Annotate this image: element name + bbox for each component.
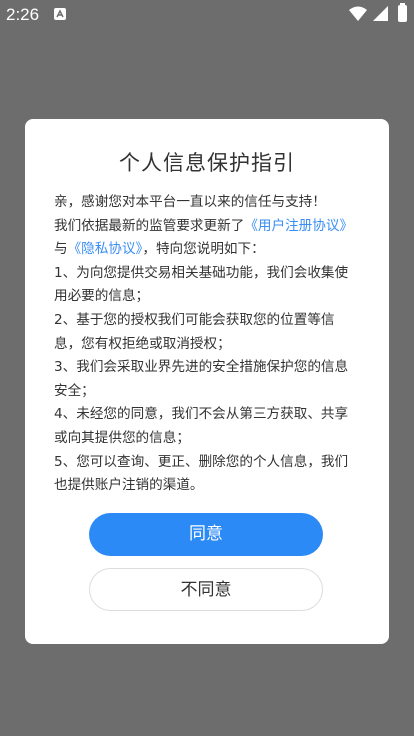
intro-text: 亲，感谢您对本平台一直以来的信任与支持！: [54, 194, 326, 210]
privacy-line-suffix: ，特向您说明如下：: [142, 241, 265, 258]
agreement-line: 我们依据最新的监管要求更新了《用户注册协议》: [54, 215, 360, 239]
privacy-line-prefix: 与: [54, 241, 68, 258]
user-agreement-link[interactable]: 《用户注册协议》: [244, 218, 353, 234]
app-notification-icon: [54, 8, 66, 20]
cell-signal-icon: [373, 6, 388, 26]
agreement-line-prefix: 我们依据最新的监管要求更新了: [54, 217, 245, 234]
policy-item-3: 3、我们会采取业界先进的安全措施保护您的信息安全；: [54, 359, 349, 399]
status-bar: 2:26: [0, 0, 414, 28]
wifi-icon: [349, 6, 367, 26]
policy-item-1: 1、为向您提供交易相关基础功能，我们会收集使用必要的信息；: [54, 264, 349, 305]
privacy-agreement-link[interactable]: 《隐私协议》: [68, 241, 143, 257]
status-time: 2:26: [6, 5, 40, 24]
dialog-title: 个人信息保护指引: [119, 151, 295, 175]
dialog-content: 亲，感谢您对本平台一直以来的信任与支持！ 我们依据最新的监管要求更新了《用户注册…: [54, 191, 360, 498]
battery-charging-icon: [398, 3, 407, 22]
policy-item-5: 5、您可以查询、更正、删除您的个人信息，我们也提供账户注销的渠道。: [54, 453, 349, 494]
agree-button[interactable]: 同意: [89, 513, 323, 556]
policy-item-4: 4、未经您的同意，我们不会从第三方获取、共享或向其提供您的信息；: [54, 406, 349, 446]
privacy-dialog: 个人信息保护指引 亲，感谢您对本平台一直以来的信任与支持！ 我们依据最新的监管要…: [25, 119, 389, 644]
policy-item-2: 2、基于您的授权我们可能会获取您的位置等信息，您有权拒绝或取消授权；: [54, 311, 335, 352]
privacy-line: 与《隐私协议》，特向您说明如下：: [54, 238, 360, 262]
disagree-button[interactable]: 不同意: [89, 568, 323, 611]
